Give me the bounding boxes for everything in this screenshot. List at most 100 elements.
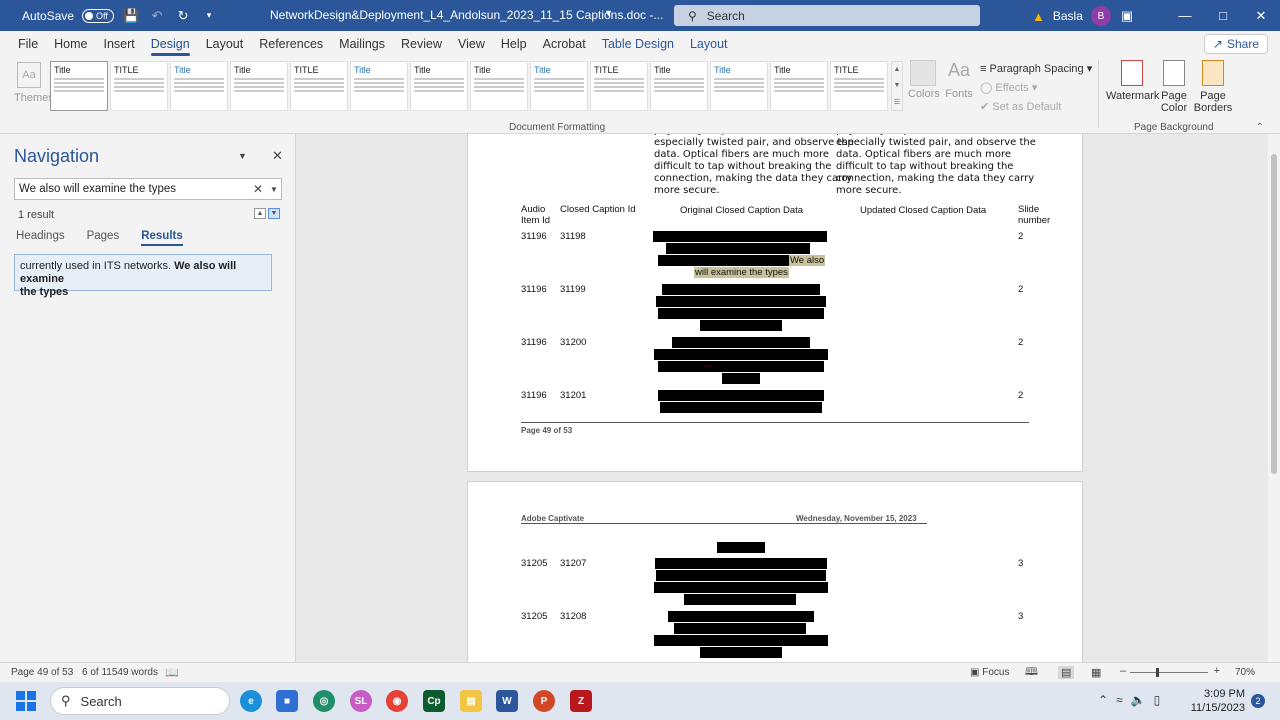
filezilla-icon[interactable]: Z xyxy=(570,690,592,712)
style-set-thumbnail[interactable]: Title xyxy=(470,61,528,111)
style-set-thumbnail[interactable]: TITLE xyxy=(830,61,888,111)
pane-options-icon[interactable]: ▼ xyxy=(238,151,247,161)
collapse-ribbon-icon[interactable]: ⌃ xyxy=(1256,122,1264,133)
tab-file[interactable]: File xyxy=(10,31,46,56)
close-icon[interactable]: ✕ xyxy=(1242,0,1280,31)
style-set-thumbnail[interactable]: Title xyxy=(350,61,408,111)
page-count[interactable]: Page 49 of 53 xyxy=(11,667,73,678)
zoom-slider[interactable]: – + xyxy=(1120,665,1220,677)
effects-button[interactable]: ◯ Effects ▾ xyxy=(980,79,1092,98)
document-canvas[interactable]: physically "tap" in to the cables,especi… xyxy=(297,134,1268,662)
set-as-default-button[interactable]: ✔ Set as Default xyxy=(980,98,1092,117)
gallery-more-icon[interactable]: ☰ xyxy=(894,98,900,106)
tab-insert[interactable]: Insert xyxy=(96,31,143,56)
navigation-search-input[interactable]: We also will examine the types ✕ ▼ xyxy=(14,178,282,200)
focus-button[interactable]: ▣ Focus xyxy=(970,667,1009,678)
battery-icon[interactable]: ▯ xyxy=(1154,693,1161,707)
gallery-up-icon[interactable]: ▲ xyxy=(894,66,901,73)
nav-tab-pages[interactable]: Pages xyxy=(87,230,120,242)
tab-home[interactable]: Home xyxy=(46,31,95,56)
style-set-thumbnail[interactable]: TITLE xyxy=(290,61,348,111)
tab-table-layout[interactable]: Layout xyxy=(682,31,736,56)
tab-acrobat[interactable]: Acrobat xyxy=(535,31,594,56)
read-mode-icon[interactable]: 🕮 xyxy=(1025,663,1038,682)
warning-icon[interactable]: ▲ xyxy=(1032,9,1045,24)
themes-button[interactable]: Aa Themes xyxy=(14,62,54,104)
watermark-button[interactable]: Watermark xyxy=(1106,60,1159,102)
tab-help[interactable]: Help xyxy=(493,31,535,56)
style-set-thumbnail[interactable]: TITLE xyxy=(110,61,168,111)
restore-icon[interactable]: □ xyxy=(1204,0,1242,31)
customize-quick-access-icon[interactable]: ▾ xyxy=(200,7,218,25)
wifi-icon[interactable]: ≈ xyxy=(1116,693,1123,707)
tab-table-design[interactable]: Table Design xyxy=(594,31,682,56)
style-set-thumbnail[interactable]: Title xyxy=(770,61,828,111)
file-explorer-icon[interactable]: ▤ xyxy=(460,690,482,712)
save-icon[interactable]: 💾 xyxy=(122,7,140,25)
word-count[interactable]: 6 of 11549 words xyxy=(82,667,158,678)
zoom-knob[interactable] xyxy=(1156,668,1159,677)
profile-icon[interactable]: SL xyxy=(350,690,372,712)
search-result-item[interactable]: currently used in ITS networks. We also … xyxy=(14,254,272,298)
nav-tab-headings[interactable]: Headings xyxy=(16,230,65,242)
share-button[interactable]: ↗ Share xyxy=(1203,34,1268,54)
style-set-thumbnail[interactable]: Title xyxy=(50,61,108,111)
notification-badge[interactable]: 2 xyxy=(1251,694,1265,708)
style-set-thumbnail[interactable]: Title xyxy=(410,61,468,111)
page-color-button[interactable]: Page Color xyxy=(1152,60,1196,114)
clock[interactable]: 3:09 PM 11/15/2023 xyxy=(1190,687,1245,715)
clear-search-icon[interactable]: ✕ xyxy=(249,182,267,196)
browser-icon[interactable]: ◎ xyxy=(313,690,335,712)
previous-result-icon[interactable]: ▲ xyxy=(254,208,266,219)
style-set-thumbnail[interactable]: TITLE xyxy=(590,61,648,111)
tab-design[interactable]: Design xyxy=(143,31,198,56)
zoom-in-icon[interactable]: + xyxy=(1214,665,1220,677)
style-set-thumbnail[interactable]: Title xyxy=(650,61,708,111)
tab-mailings[interactable]: Mailings xyxy=(331,31,393,56)
web-layout-icon[interactable]: ▦ xyxy=(1091,666,1101,679)
paragraph-spacing-button[interactable]: ≡ Paragraph Spacing ▾ xyxy=(980,60,1092,79)
close-pane-icon[interactable]: ✕ xyxy=(272,148,283,164)
tab-review[interactable]: Review xyxy=(393,31,450,56)
edge-icon[interactable]: e xyxy=(240,690,262,712)
title-dropdown-icon[interactable]: ▼ xyxy=(604,8,613,18)
zoom-out-icon[interactable]: – xyxy=(1120,665,1126,677)
nav-tab-results[interactable]: Results xyxy=(141,230,183,246)
undo-icon[interactable]: ↶ xyxy=(148,7,166,25)
ribbon-display-icon[interactable]: ▣ xyxy=(1108,0,1146,31)
volume-icon[interactable]: 🔈 xyxy=(1131,693,1146,707)
user-name[interactable]: Basla xyxy=(1053,9,1083,23)
powerpoint-icon[interactable]: P xyxy=(533,690,555,712)
autosave-toggle[interactable]: Off xyxy=(82,8,115,23)
search-options-icon[interactable]: ▼ xyxy=(267,185,281,194)
tray-overflow-icon[interactable]: ⌃ xyxy=(1098,693,1108,707)
scrollbar-thumb[interactable] xyxy=(1271,154,1277,474)
store-icon[interactable]: ■ xyxy=(276,690,298,712)
page-borders-button[interactable]: Page Borders xyxy=(1191,60,1235,114)
gallery-scroll[interactable]: ▲ ▼ ☰ xyxy=(891,61,903,111)
search-box[interactable]: ⚲ Search xyxy=(674,5,980,26)
proofing-icon[interactable]: 📖 xyxy=(165,666,179,679)
vertical-scrollbar[interactable] xyxy=(1268,134,1280,662)
minimize-icon[interactable]: — xyxy=(1166,0,1204,31)
style-set-thumbnail[interactable]: Title xyxy=(170,61,228,111)
tab-layout[interactable]: Layout xyxy=(198,31,252,56)
tab-references[interactable]: References xyxy=(251,31,331,56)
fonts-button[interactable]: Aa Fonts xyxy=(944,60,974,100)
taskbar-search[interactable]: ⚲ Search xyxy=(50,687,230,715)
style-set-thumbnail[interactable]: Title xyxy=(530,61,588,111)
style-set-thumbnail[interactable]: Title xyxy=(710,61,768,111)
style-set-thumbnail[interactable]: Title xyxy=(230,61,288,111)
redo-icon[interactable]: ↻ xyxy=(174,7,192,25)
captivate-icon[interactable]: Cp xyxy=(423,690,445,712)
next-result-icon[interactable]: ▼ xyxy=(268,208,280,219)
zoom-level[interactable]: 70% xyxy=(1235,667,1255,678)
gallery-down-icon[interactable]: ▼ xyxy=(894,82,901,89)
colors-button[interactable]: Colors xyxy=(908,60,940,100)
print-layout-icon[interactable]: ▤ xyxy=(1058,666,1075,679)
tab-view[interactable]: View xyxy=(450,31,493,56)
word-icon[interactable]: W xyxy=(496,690,518,712)
windows-start-icon[interactable] xyxy=(16,691,36,711)
style-preview-line xyxy=(714,81,764,84)
chrome-icon[interactable]: ◉ xyxy=(386,690,408,712)
